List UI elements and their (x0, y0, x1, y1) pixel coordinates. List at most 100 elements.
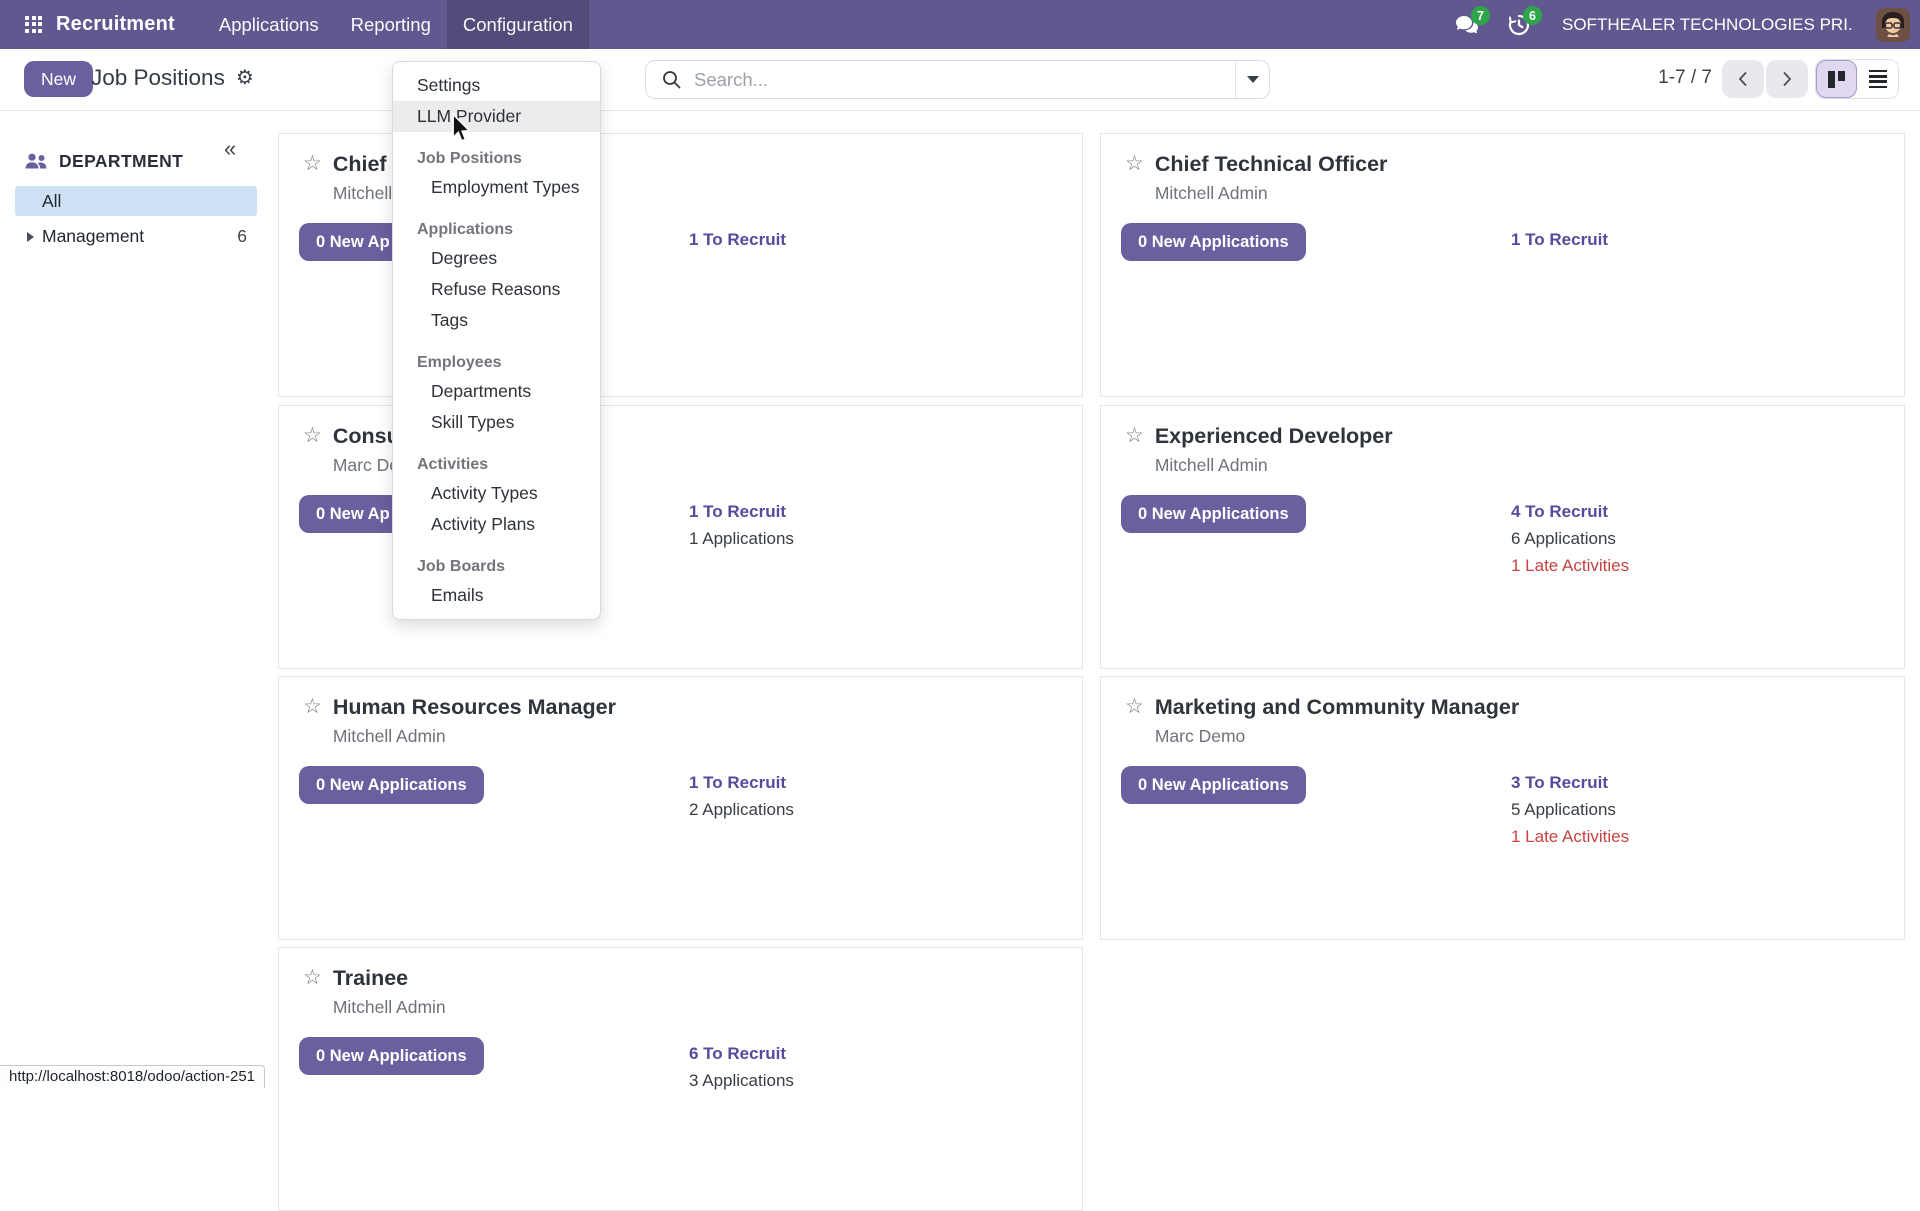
new-applications-button[interactable]: 0 New Ap (299, 223, 407, 261)
menu-item-activity-types[interactable]: Activity Types (393, 478, 600, 509)
applications-stat[interactable]: 5 Applications (1511, 796, 1629, 823)
status-url-tooltip: http://localhost:8018/odoo/action-251 (0, 1065, 265, 1088)
nav-item-applications[interactable]: Applications (203, 0, 335, 49)
favorite-star-icon[interactable]: ☆ (1125, 694, 1144, 747)
new-applications-button[interactable]: 0 New Applications (1121, 766, 1306, 804)
kanban-view-button[interactable] (1816, 60, 1857, 98)
menu-item-skill-types[interactable]: Skill Types (393, 407, 600, 438)
job-title: Experienced Developer (1155, 423, 1393, 449)
new-applications-button[interactable]: 0 New Applications (1121, 495, 1306, 533)
pager: 1-7 / 7 (1630, 67, 1712, 89)
job-card-experienced-developer[interactable]: ☆ Experienced Developer Mitchell Admin 0… (1100, 405, 1905, 669)
new-applications-button[interactable]: 0 New Applications (1121, 223, 1306, 261)
new-applications-button[interactable]: 0 New Applications (299, 1037, 484, 1075)
gear-icon[interactable]: ⚙ (236, 68, 254, 88)
control-panel: New Job Positions ⚙ 1-7 / 7 (0, 49, 1920, 111)
sidebar-collapse-icon[interactable]: « (224, 136, 236, 162)
job-card-chief-technical-officer[interactable]: ☆ Chief Technical Officer Mitchell Admin… (1100, 133, 1905, 397)
chevron-left-icon (1737, 70, 1749, 88)
menu-item-activity-plans[interactable]: Activity Plans (393, 509, 600, 540)
job-manager: Mitchell Admin (1155, 183, 1388, 204)
job-manager: Mitchell Admin (333, 726, 616, 747)
pager-next-button[interactable] (1766, 60, 1808, 98)
sidebar-item-management[interactable]: Management 6 (15, 221, 257, 252)
applications-stat[interactable]: 3 Applications (689, 1067, 794, 1094)
chevron-right-icon (1781, 70, 1793, 88)
favorite-star-icon[interactable]: ☆ (303, 694, 322, 747)
avatar-illustration (1876, 8, 1910, 42)
chevron-down-icon (1247, 76, 1259, 83)
search-dropdown-toggle[interactable] (1235, 61, 1269, 98)
expand-caret-icon[interactable] (27, 232, 34, 242)
nav-item-reporting[interactable]: Reporting (335, 0, 447, 49)
job-card-human-resources-manager[interactable]: ☆ Human Resources Manager Mitchell Admin… (278, 676, 1083, 940)
job-manager: Mitchell Admin (333, 997, 446, 1018)
applications-stat[interactable]: 2 Applications (689, 796, 794, 823)
list-view-button[interactable] (1857, 60, 1898, 98)
department-section-title: DEPARTMENT (59, 151, 183, 172)
new-applications-button[interactable]: 0 New Applications (299, 766, 484, 804)
to-recruit-stat[interactable]: 1 To Recruit (689, 769, 794, 796)
view-switcher (1815, 59, 1899, 99)
menu-item-settings[interactable]: Settings (393, 70, 600, 101)
late-activities-stat[interactable]: 1 Late Activities (1511, 552, 1629, 579)
to-recruit-stat[interactable]: 1 To Recruit (689, 226, 786, 253)
menu-item-departments[interactable]: Departments (393, 376, 600, 407)
menu-section-activities: Activities (393, 452, 600, 478)
nav-item-configuration[interactable]: Configuration (447, 0, 589, 49)
user-avatar[interactable] (1876, 8, 1910, 42)
job-title: Trainee (333, 965, 446, 991)
menu-item-llm-provider[interactable]: LLM Provider (393, 101, 600, 132)
job-card-marketing-community-manager[interactable]: ☆ Marketing and Community Manager Marc D… (1100, 676, 1905, 940)
favorite-star-icon[interactable]: ☆ (303, 151, 322, 204)
new-applications-button[interactable]: 0 New Ap (299, 495, 407, 533)
menu-section-job-positions: Job Positions (393, 146, 600, 172)
applications-stat[interactable]: 6 Applications (1511, 525, 1629, 552)
menu-item-refuse-reasons[interactable]: Refuse Reasons (393, 274, 600, 305)
to-recruit-stat[interactable]: 3 To Recruit (1511, 769, 1629, 796)
pager-previous-button[interactable] (1722, 60, 1764, 98)
to-recruit-stat[interactable]: 1 To Recruit (1511, 226, 1608, 253)
company-name[interactable]: SOFTHEALER TECHNOLOGIES PRI... (1562, 15, 1854, 35)
department-section-header: DEPARTMENT (24, 151, 183, 172)
top-navbar: Recruitment Applications Reporting Confi… (0, 0, 1920, 49)
activities-badge: 6 (1523, 6, 1542, 25)
mouse-cursor (448, 113, 474, 143)
to-recruit-stat[interactable]: 6 To Recruit (689, 1040, 794, 1067)
job-manager: Marc Demo (1155, 726, 1519, 747)
management-count: 6 (237, 226, 247, 247)
favorite-star-icon[interactable]: ☆ (303, 965, 322, 1018)
app-name[interactable]: Recruitment (56, 13, 175, 36)
sidebar-management-label: Management (42, 226, 144, 247)
search-bar (645, 60, 1270, 99)
to-recruit-stat[interactable]: 4 To Recruit (1511, 498, 1629, 525)
search-input[interactable] (694, 69, 1235, 91)
to-recruit-stat[interactable]: 1 To Recruit (689, 498, 794, 525)
sidebar-item-all[interactable]: All (15, 186, 257, 216)
menu-section-job-boards: Job Boards (393, 554, 600, 580)
menu-item-employment-types[interactable]: Employment Types (393, 172, 600, 203)
job-title: Marketing and Community Manager (1155, 694, 1519, 720)
apps-grid-icon[interactable] (25, 16, 43, 34)
favorite-star-icon[interactable]: ☆ (1125, 151, 1144, 204)
job-card-trainee[interactable]: ☆ Trainee Mitchell Admin 0 New Applicati… (278, 947, 1083, 1211)
menu-item-tags[interactable]: Tags (393, 305, 600, 336)
job-title: Human Resources Manager (333, 694, 616, 720)
kanban-view-icon (1828, 71, 1845, 88)
late-activities-stat[interactable]: 1 Late Activities (1511, 823, 1629, 850)
menu-item-emails[interactable]: Emails (393, 580, 600, 611)
department-people-icon (24, 153, 48, 170)
menu-item-degrees[interactable]: Degrees (393, 243, 600, 274)
page-title: Job Positions (91, 65, 225, 91)
menu-section-applications: Applications (393, 217, 600, 243)
menu-section-employees: Employees (393, 350, 600, 376)
job-manager: Mitchell Admin (1155, 455, 1393, 476)
activities-icon[interactable]: 6 (1502, 0, 1536, 49)
messages-icon[interactable]: 7 (1450, 0, 1484, 49)
favorite-star-icon[interactable]: ☆ (303, 423, 322, 476)
job-title: Chief Technical Officer (1155, 151, 1388, 177)
list-view-icon (1869, 70, 1887, 89)
new-button[interactable]: New (24, 61, 93, 97)
applications-stat[interactable]: 1 Applications (689, 525, 794, 552)
favorite-star-icon[interactable]: ☆ (1125, 423, 1144, 476)
